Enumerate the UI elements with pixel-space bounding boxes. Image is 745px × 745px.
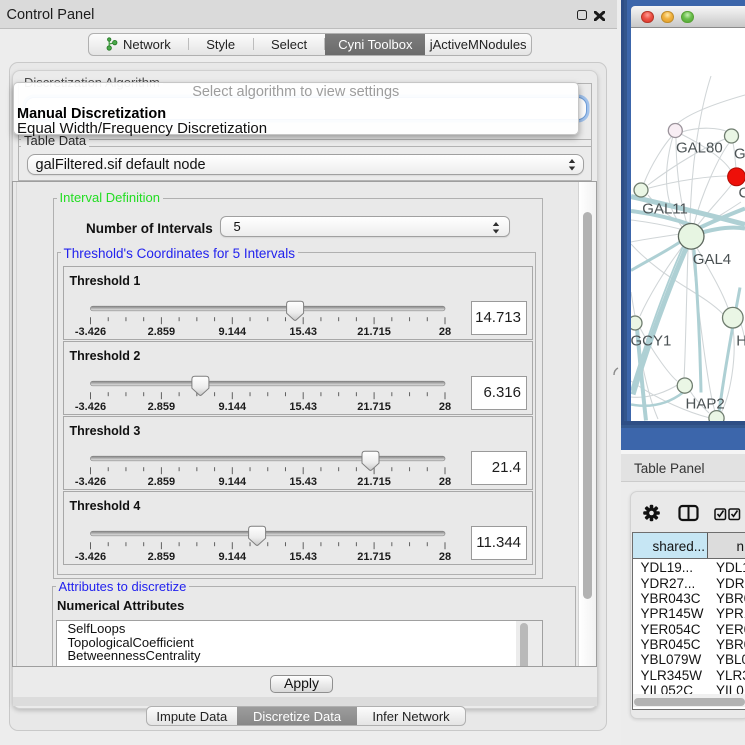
svg-text:2.859: 2.859	[147, 326, 175, 338]
svg-text:HAP2: HAP2	[686, 395, 725, 412]
svg-text:28: 28	[438, 551, 450, 563]
svg-text:21.715: 21.715	[357, 326, 391, 338]
svg-text:9.144: 9.144	[218, 551, 246, 563]
svg-text:C: C	[739, 184, 745, 201]
svg-text:-3.426: -3.426	[74, 326, 105, 338]
svg-text:2.859: 2.859	[147, 476, 175, 488]
svg-text:21.715: 21.715	[357, 476, 391, 488]
svg-text:GAL80: GAL80	[676, 139, 723, 156]
svg-text:21.715: 21.715	[357, 401, 391, 413]
svg-text:9.144: 9.144	[218, 326, 246, 338]
svg-text:15.43: 15.43	[289, 326, 317, 338]
svg-text:-3.426: -3.426	[74, 551, 105, 563]
svg-text:28: 28	[438, 401, 450, 413]
svg-text:2.859: 2.859	[147, 551, 175, 563]
svg-text:28: 28	[438, 326, 450, 338]
svg-text:H: H	[736, 332, 745, 349]
svg-text:28: 28	[438, 476, 450, 488]
svg-text:9.144: 9.144	[218, 401, 246, 413]
svg-text:GAL4: GAL4	[693, 251, 731, 268]
svg-text:15.43: 15.43	[289, 551, 317, 563]
svg-text:GA: GA	[734, 145, 745, 162]
svg-text:9.144: 9.144	[218, 476, 246, 488]
svg-text:21.715: 21.715	[357, 551, 391, 563]
svg-text:GAL11: GAL11	[642, 200, 688, 217]
svg-text:15.43: 15.43	[289, 401, 317, 413]
svg-text:-3.426: -3.426	[74, 401, 105, 413]
svg-text:-3.426: -3.426	[74, 476, 105, 488]
svg-text:GCY1: GCY1	[631, 332, 671, 349]
svg-text:2.859: 2.859	[147, 401, 175, 413]
svg-text:15.43: 15.43	[289, 476, 317, 488]
